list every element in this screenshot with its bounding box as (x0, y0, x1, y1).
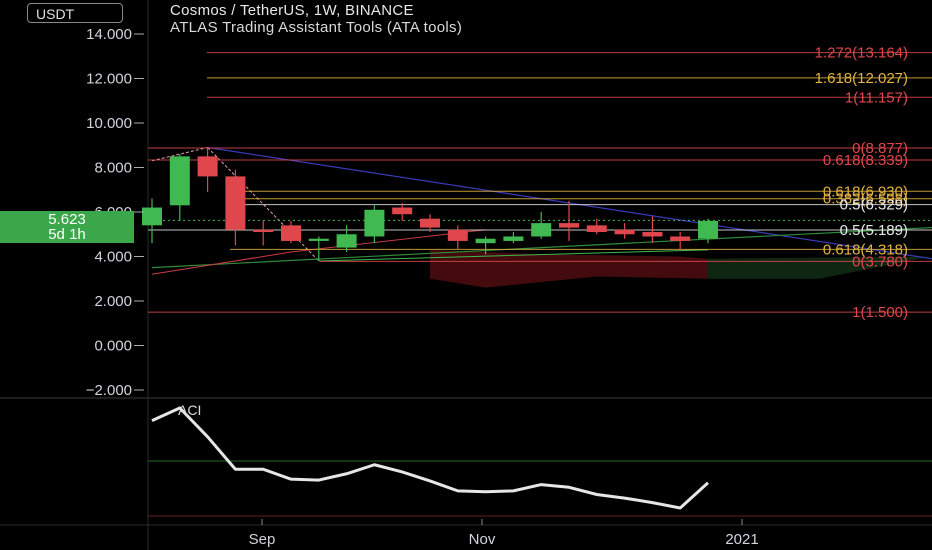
candle-body (392, 207, 413, 215)
candle (225, 169, 246, 246)
candle-body (253, 229, 274, 233)
y-tick-label: 12.000 (86, 71, 132, 88)
candle (364, 205, 385, 244)
moving-average (151, 251, 292, 275)
candle-body (559, 223, 579, 228)
candle-body (197, 156, 218, 177)
x-tick-label: Nov (469, 531, 496, 548)
y-tick-label: 4.000 (94, 249, 132, 266)
candle-body (503, 236, 524, 241)
candle-body (336, 234, 357, 248)
x-tick-label: Sep (249, 531, 276, 548)
currency-badge[interactable]: USDT (27, 3, 123, 23)
candle-body (670, 236, 691, 241)
candle (614, 223, 635, 239)
y-tick-label: 2.000 (94, 293, 132, 310)
candle-body (475, 238, 496, 244)
y-tick-label: 14.000 (86, 26, 132, 43)
y-tick-label: 8.000 (94, 160, 132, 177)
candle (281, 220, 301, 244)
ichimoku-cloud (430, 249, 708, 288)
candle (420, 214, 440, 233)
fib-level-label: 1(11.157) (845, 89, 908, 106)
candle-body (142, 207, 162, 226)
candle-body (531, 223, 552, 237)
candle-body (420, 218, 440, 228)
candle-body (642, 232, 663, 237)
chart-title: Cosmos / TetherUS, 1W, BINANCE (170, 2, 414, 19)
fib-level-label: 0.5(6.329) (840, 197, 908, 214)
fib-level-label: 1.618(12.027) (815, 70, 908, 87)
candle (447, 225, 468, 250)
candle-body (308, 238, 329, 241)
fib-level-label: 0.618(8.339) (823, 152, 908, 169)
candle-body (169, 156, 190, 206)
osc-line (151, 406, 710, 510)
candle (586, 218, 607, 235)
candle-body (364, 209, 385, 237)
bar-countdown-tag: 5d 1h (0, 226, 134, 243)
fib-level-label: 1.272(13.164) (815, 45, 908, 62)
candle (531, 212, 552, 239)
y-tick-label: −2.000 (86, 382, 132, 399)
time-axis[interactable]: Sep Nov 2021 (249, 519, 759, 548)
candle-body (225, 176, 246, 230)
trend-lines (148, 146, 932, 288)
candle (197, 147, 218, 192)
indicator-title[interactable]: ATLAS Trading Assistant Tools (ATA tools… (170, 19, 462, 36)
candle-body (447, 229, 468, 241)
candle (308, 236, 329, 261)
y-tick-label: 10.000 (86, 115, 132, 132)
oscillator-pane[interactable] (148, 406, 932, 517)
candle (670, 232, 691, 250)
candle (559, 200, 579, 241)
fib-level-label: 1(1.500) (852, 304, 908, 321)
candle (392, 203, 413, 221)
y-tick-label: 0.000 (94, 338, 132, 355)
chart-canvas[interactable]: 1.272(13.164)1.618(12.027)1(11.157)0(8.8… (0, 0, 932, 550)
candle-body (281, 225, 301, 241)
fib-level-label: 0(3.780) (852, 253, 908, 270)
fib-level-label: 0.5(5.189) (840, 222, 908, 239)
candle-body (614, 229, 635, 235)
candle-body (698, 220, 718, 239)
candle-body (586, 225, 607, 233)
candle (142, 198, 162, 244)
candle (475, 236, 496, 255)
candle (336, 225, 357, 253)
candle (503, 232, 524, 244)
candle (253, 220, 274, 246)
candle (169, 154, 190, 221)
x-tick-label: 2021 (725, 531, 758, 548)
oscillator-label: ACI (178, 402, 202, 418)
